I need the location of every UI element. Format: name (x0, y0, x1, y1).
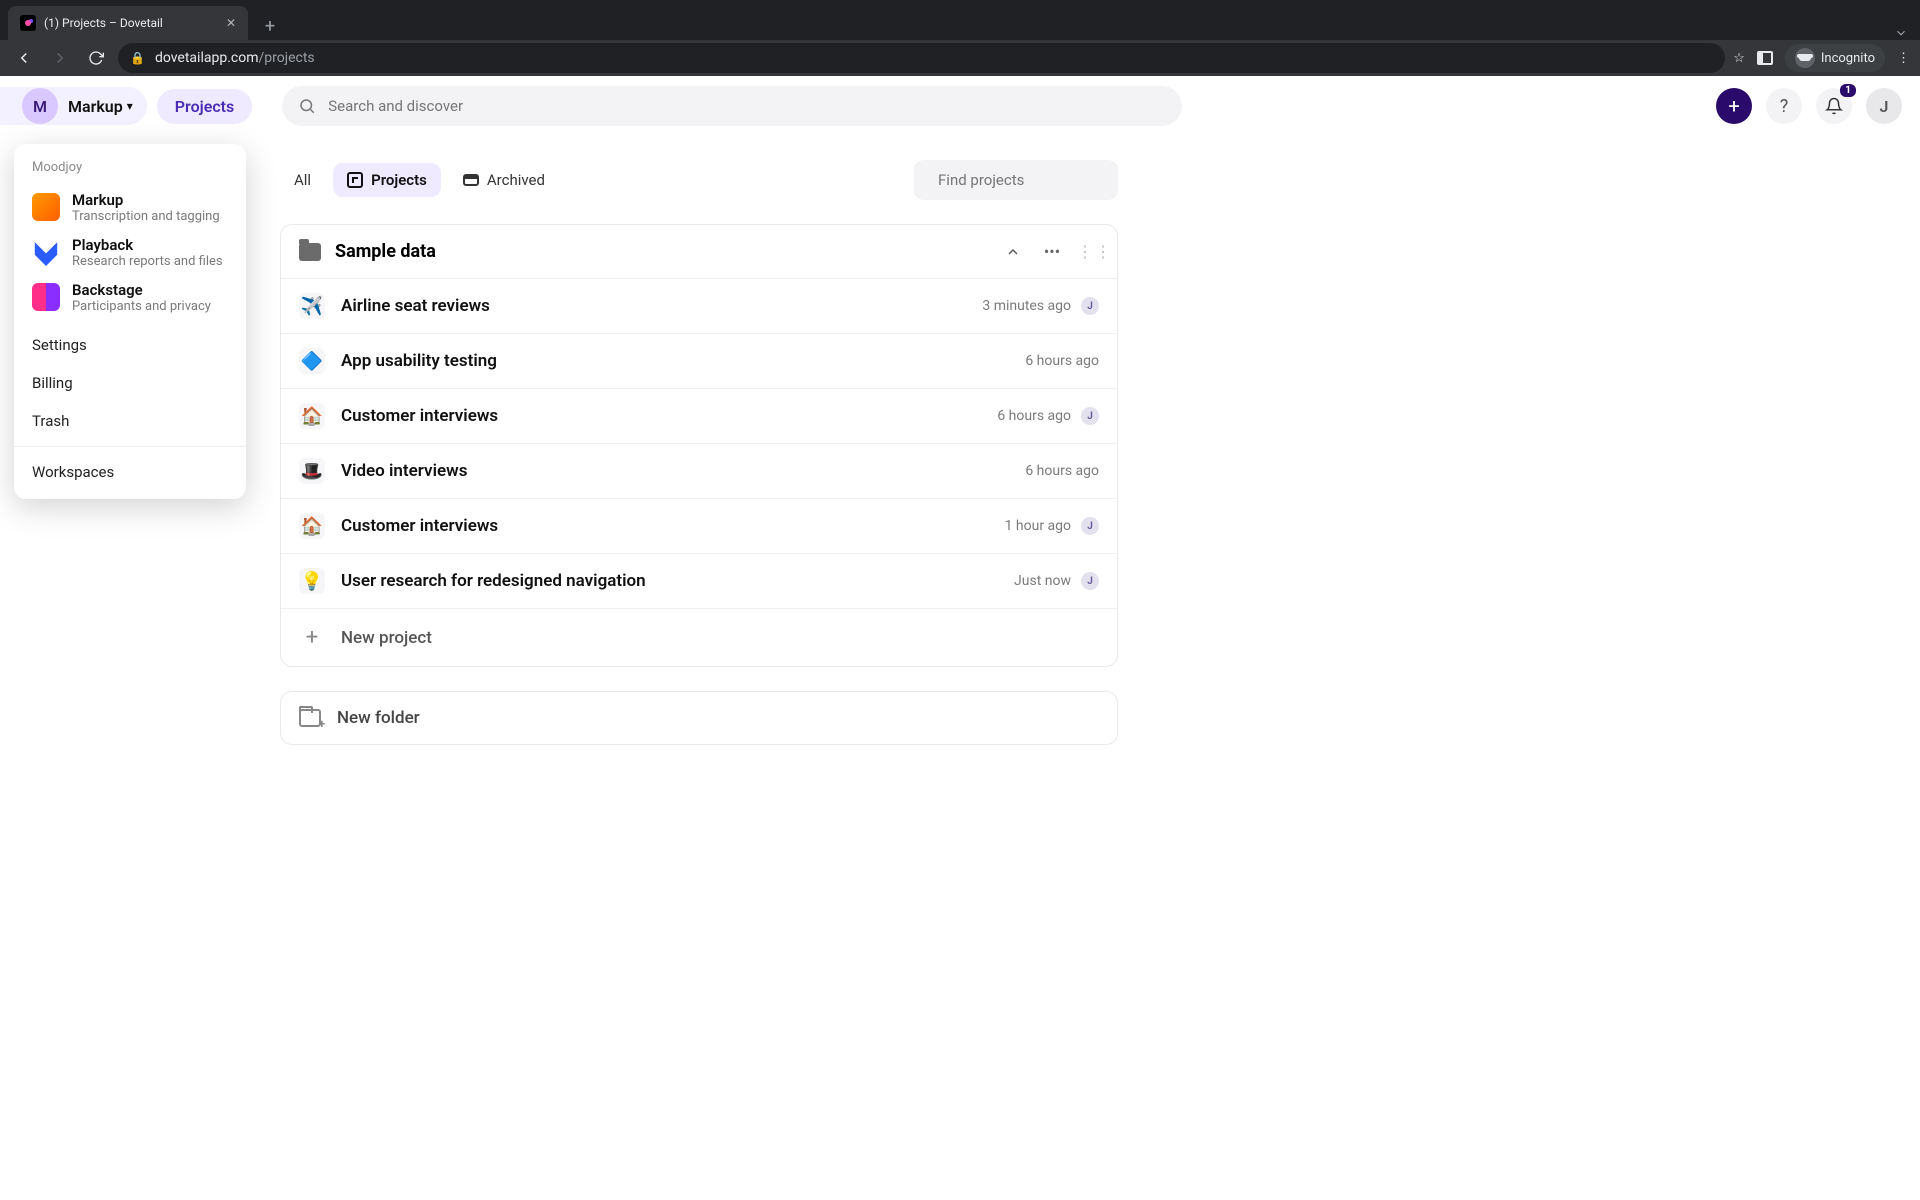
product-title: Backstage (72, 281, 211, 299)
lock-icon: 🔒 (130, 51, 145, 65)
workspace-avatar: M (22, 88, 58, 124)
browser-tab[interactable]: (1) Projects – Dovetail ✕ (8, 6, 248, 40)
bell-icon (1825, 97, 1843, 115)
project-time: Just now (1014, 573, 1071, 589)
contributor-avatar: J (1081, 297, 1099, 315)
bookmark-icon[interactable]: ☆ (1733, 51, 1745, 66)
divider (14, 446, 246, 447)
project-time: 6 hours ago (1025, 463, 1099, 479)
dropdown-workspaces[interactable]: Workspaces (14, 453, 246, 491)
project-time: 1 hour ago (1005, 518, 1071, 534)
project-title: Customer interviews (341, 406, 498, 426)
project-time: 6 hours ago (1025, 353, 1099, 369)
tab-favicon (20, 15, 36, 31)
global-search[interactable] (282, 86, 1182, 126)
url-text: dovetailapp.com/projects (155, 50, 315, 66)
drag-handle-icon[interactable]: ⋮⋮ (1077, 242, 1099, 261)
new-project-button[interactable]: + New project (281, 609, 1117, 666)
project-row[interactable]: 💡 User research for redesigned navigatio… (281, 554, 1117, 609)
tab-title: (1) Projects – Dovetail (44, 16, 163, 30)
address-bar[interactable]: 🔒 dovetailapp.com/projects (118, 43, 1725, 73)
project-title: App usability testing (341, 351, 497, 371)
contributor-avatar: J (1081, 572, 1099, 590)
archive-icon (463, 174, 479, 186)
close-tab-icon[interactable]: ✕ (226, 16, 236, 30)
dropdown-product-backstage[interactable]: Backstage Participants and privacy (14, 275, 246, 320)
incognito-badge[interactable]: Incognito (1785, 44, 1885, 72)
contributor-avatar: J (1081, 517, 1099, 535)
dropdown-link-trash[interactable]: Trash (14, 402, 246, 440)
filter-archived[interactable]: Archived (449, 163, 559, 197)
new-folder-icon (299, 709, 321, 727)
project-emoji: 🎩 (299, 458, 325, 484)
browser-back-button[interactable] (10, 44, 38, 72)
project-time: 6 hours ago (997, 408, 1071, 424)
project-title: Customer interviews (341, 516, 498, 536)
project-emoji: 💡 (299, 568, 325, 594)
dropdown-product-markup[interactable]: Markup Transcription and tagging (14, 185, 246, 230)
dropdown-link-billing[interactable]: Billing (14, 364, 246, 402)
chevron-down-icon: ▾ (127, 99, 133, 113)
project-title: Video interviews (341, 461, 467, 481)
help-button[interactable]: ? (1766, 88, 1802, 124)
nav-projects[interactable]: Projects (157, 89, 253, 124)
contributor-avatar: J (1081, 407, 1099, 425)
product-desc: Research reports and files (72, 254, 223, 269)
folder-icon (299, 243, 321, 261)
project-row[interactable]: 🏠 Customer interviews 6 hours ago J (281, 389, 1117, 444)
tabs-overflow-icon[interactable] (1894, 26, 1908, 40)
find-projects-input[interactable] (938, 171, 1137, 189)
markup-icon (32, 193, 60, 221)
global-search-input[interactable] (328, 97, 1166, 115)
playback-icon (32, 238, 60, 266)
filter-all[interactable]: All (280, 163, 325, 197)
project-time: 3 minutes ago (982, 298, 1071, 314)
dropdown-org-label: Moodjoy (14, 156, 246, 185)
search-icon (298, 97, 316, 115)
project-title: User research for redesigned navigation (341, 571, 646, 591)
product-title: Markup (72, 191, 220, 209)
folder-name[interactable]: Sample data (335, 241, 436, 262)
project-emoji: 🔷 (299, 348, 325, 374)
product-desc: Transcription and tagging (72, 209, 220, 224)
notification-badge: 1 (1840, 84, 1856, 97)
plus-icon: + (299, 625, 325, 650)
project-row[interactable]: ✈️ Airline seat reviews 3 minutes ago J (281, 279, 1117, 334)
collapse-folder-icon[interactable] (1005, 244, 1027, 260)
project-emoji: 🏠 (299, 403, 325, 429)
project-title: Airline seat reviews (341, 296, 490, 316)
filter-projects[interactable]: Projects (333, 163, 441, 197)
browser-menu-icon[interactable]: ⋮ (1897, 51, 1910, 66)
workspace-dropdown: Moodjoy Markup Transcription and tagging… (14, 144, 246, 499)
folder-menu-icon[interactable]: ••• (1041, 242, 1063, 261)
product-desc: Participants and privacy (72, 299, 211, 314)
incognito-icon (1795, 48, 1815, 68)
browser-reload-button[interactable] (82, 44, 110, 72)
project-emoji: 🏠 (299, 513, 325, 539)
workspace-switcher[interactable]: M Markup ▾ (0, 87, 147, 125)
backstage-icon (32, 283, 60, 311)
browser-forward-button (46, 44, 74, 72)
dropdown-link-settings[interactable]: Settings (14, 326, 246, 364)
user-avatar[interactable]: J (1866, 88, 1902, 124)
project-row[interactable]: 🏠 Customer interviews 1 hour ago J (281, 499, 1117, 554)
project-row[interactable]: 🔷 App usability testing 6 hours ago (281, 334, 1117, 389)
project-emoji: ✈️ (299, 293, 325, 319)
dropdown-product-playback[interactable]: Playback Research reports and files (14, 230, 246, 275)
workspace-name: Markup (68, 97, 123, 116)
product-title: Playback (72, 236, 223, 254)
projects-icon (347, 172, 363, 188)
new-tab-button[interactable]: + (256, 12, 284, 40)
folder-card: Sample data ••• ⋮⋮ ✈️ Airline seat revie… (280, 224, 1118, 667)
project-row[interactable]: 🎩 Video interviews 6 hours ago (281, 444, 1117, 499)
panel-icon[interactable] (1757, 51, 1773, 65)
new-folder-card[interactable]: New folder (280, 691, 1118, 745)
create-button[interactable]: + (1716, 88, 1752, 124)
find-projects[interactable] (914, 160, 1118, 200)
